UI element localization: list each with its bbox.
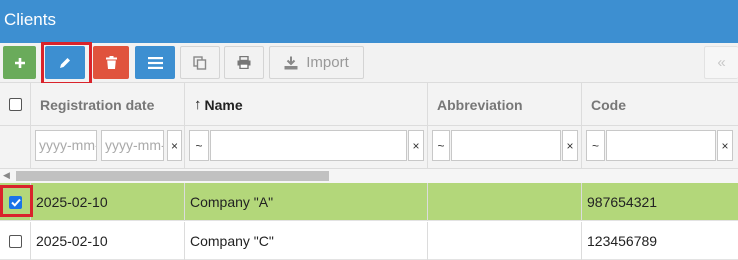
copy-button[interactable] [180,46,220,79]
row-checkbox[interactable] [9,195,22,209]
import-button[interactable]: Import [269,46,364,79]
add-button[interactable] [3,46,36,79]
column-label: Abbreviation [437,96,523,113]
filter-cell-abbreviation: ~ × [428,126,582,169]
table-row[interactable]: 2025-02-10 Company "A" 987654321 [0,183,738,221]
abbreviation-filter-operator[interactable]: ~ [432,130,450,161]
cell-name: Company "A" [185,183,428,221]
filter-cell-code: ~ × [582,126,738,169]
pencil-icon [60,57,70,68]
code-filter-input[interactable] [606,130,716,161]
list-icon [147,56,163,69]
column-label: Name [204,96,243,113]
plus-icon [14,57,25,68]
filter-row: yyyy-mm-dd yyyy-mm-dd × ~ × ~ × ~ × [0,126,738,169]
filter-cell-select [0,126,31,169]
trash-icon [105,56,117,69]
cell-code: 987654321 [587,194,658,210]
chevron-double-left-icon: « [717,54,726,71]
column-header-registration-date[interactable]: Registration date [31,83,185,126]
select-all-cell [0,83,31,126]
cell-name: Company "C" [185,222,428,260]
abbreviation-filter-input[interactable] [451,130,561,161]
name-filter-operator[interactable]: ~ [189,130,209,161]
cell-abbreviation [428,183,582,221]
check-icon [10,198,21,207]
cell-registration-date: 2025-02-10 [31,222,185,260]
row-select-cell [0,183,31,221]
download-icon [284,56,298,69]
table-row[interactable]: 2025-02-10 Company "C" 123456789 [0,222,738,260]
delete-button[interactable] [93,46,129,79]
title-bar: Clients [0,0,738,43]
filter-cell-name: ~ × [185,126,428,169]
cell-code: 123456789 [587,233,658,249]
column-label: Code [591,96,626,113]
date-from-input[interactable]: yyyy-mm-dd [35,130,97,161]
print-button[interactable] [224,46,264,79]
import-label: Import [306,54,349,71]
column-label: Registration date [40,96,155,113]
edit-button[interactable] [45,46,85,79]
clear-code-filter-button[interactable]: × [717,130,733,161]
select-all-checkbox[interactable] [9,98,22,111]
code-filter-operator[interactable]: ~ [586,130,605,161]
scrollbar-thumb[interactable] [16,171,329,181]
sort-ascending-icon: ↑ [194,96,202,113]
filter-cell-registration-date: yyyy-mm-dd yyyy-mm-dd × [31,126,185,169]
print-icon [237,56,251,69]
horizontal-scrollbar[interactable]: ◀ [0,169,738,183]
column-header-name[interactable]: ↑ Name [185,83,428,126]
date-to-input[interactable]: yyyy-mm-dd [101,130,164,161]
scroll-left-arrow-icon[interactable]: ◀ [3,170,10,181]
collapse-panel-button[interactable]: « [704,46,738,79]
grid-header: Registration date ↑ Name Abbreviation Co… [0,83,738,126]
column-header-abbreviation[interactable]: Abbreviation [428,83,582,126]
cell-abbreviation [428,222,582,260]
column-header-code[interactable]: Code [582,83,738,126]
cell-registration-date: 2025-02-10 [31,183,185,221]
clear-name-filter-button[interactable]: × [408,130,424,161]
clear-abbreviation-filter-button[interactable]: × [562,130,578,161]
row-select-cell [0,222,31,260]
window-title: Clients [4,10,56,29]
name-filter-input[interactable] [210,130,407,161]
list-view-button[interactable] [135,46,175,79]
clear-date-filter-button[interactable]: × [167,130,182,161]
row-checkbox[interactable] [9,234,22,248]
toolbar: Import « [0,43,738,83]
copy-icon [193,55,207,70]
